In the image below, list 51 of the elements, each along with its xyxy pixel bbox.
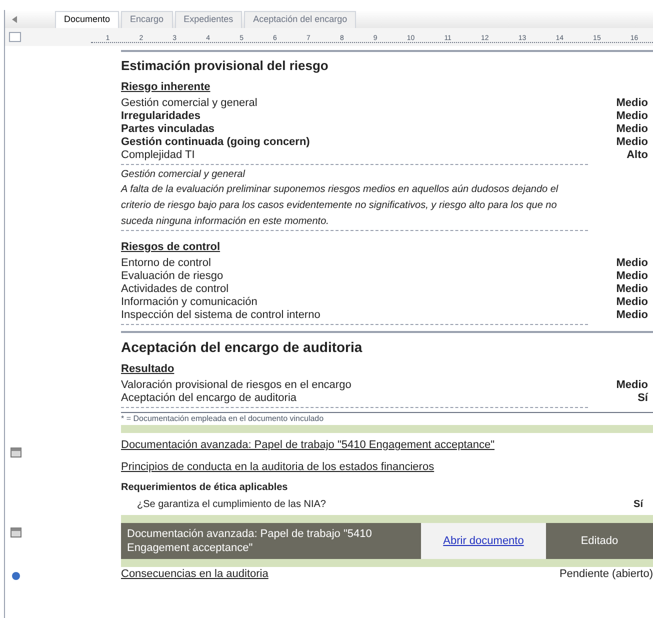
document-icon[interactable]	[10, 526, 22, 538]
tab[interactable]: Aceptación del encargo	[244, 11, 356, 28]
risk-label: Entorno de control	[121, 256, 211, 270]
risk-label: Evaluación de riesgo	[121, 270, 224, 282]
subsection-heading: Riesgos de control	[121, 240, 222, 255]
ruler-toggle-icon[interactable]	[9, 32, 21, 42]
risk-value: Medio	[616, 123, 648, 136]
risk-value: Sí	[638, 392, 648, 405]
risk-value: Medio	[616, 308, 648, 322]
risk-value: Medio	[616, 379, 648, 392]
risk-label: Inspección del sistema de control interno	[121, 308, 320, 322]
risk-value: Medio	[616, 282, 648, 296]
risk-value: Medio	[616, 296, 648, 308]
risk-label: Aceptación del encargo de auditoria	[121, 392, 297, 405]
tab[interactable]: Encargo	[121, 11, 173, 28]
risk-value: Alto	[626, 149, 648, 162]
document-icon[interactable]	[10, 446, 22, 458]
note-title: Gestión comercial y general	[121, 168, 246, 182]
status-label: Editado	[546, 523, 653, 559]
consequences-value: Pendiente (abierto)	[559, 568, 653, 581]
risk-value: Medio	[616, 97, 648, 110]
ethics-answer: Sí	[634, 498, 643, 512]
consequences-label: Consecuencias en la auditoria	[121, 568, 268, 581]
risk-label: Valoración provisional de riesgos en el encargo	[121, 379, 352, 392]
risk-value: Medio	[616, 136, 648, 149]
open-document-link[interactable]: Abrir documento	[421, 523, 546, 559]
tab[interactable]: Expedientes	[174, 11, 242, 28]
risk-value: Medio	[616, 256, 648, 270]
footnote: * = Documentación empleada en el documento vinculado	[121, 413, 325, 425]
risk-label: Partes vinculadas	[121, 123, 215, 136]
risk-value: Medio	[616, 110, 648, 123]
tab[interactable]: Documento	[55, 11, 120, 28]
ethics-question: ¿Se garantiza el cumplimiento de las NIA?	[137, 498, 326, 512]
risk-value: Medio	[616, 270, 648, 282]
subsection-heading: Riesgo inherente	[121, 80, 212, 94]
ethics-heading: Requerimientos de ética aplicables	[121, 481, 289, 495]
risk-label: Actividades de control	[121, 282, 229, 296]
risk-label: Complejidad TI	[121, 149, 195, 162]
documentation-banner: Documentación avanzada: Papel de trabajo "5410 Engagement acceptance"	[121, 523, 421, 559]
section-title: Aceptación del encargo de auditoria	[121, 338, 364, 357]
risk-label: Información y comunicación	[121, 296, 258, 308]
note-paragraph: A falta de la evaluación preliminar suponemos riesgos medios en aquellos aún dudosos dejando el criterio de riesgo bajo para los casos evidentemente no significativos, y riesgo alto para los que no suceda ninguna información en este momento.	[121, 182, 588, 231]
risk-label: Gestión comercial y general	[121, 97, 258, 110]
documentation-link[interactable]: Documentación avanzada: Papel de trabajo "5410 Engagement acceptance"	[121, 437, 653, 454]
scroll-left-icon[interactable]	[12, 16, 17, 23]
risk-label: Gestión continuada (going concern)	[121, 136, 310, 149]
section-title: Estimación provisional del riesgo	[121, 57, 330, 75]
subsection-heading: Resultado	[121, 362, 176, 376]
risk-label: Irregularidades	[121, 110, 200, 123]
principles-link[interactable]: Principios de conducta en la auditoria de los estados financieros	[121, 458, 653, 475]
info-icon[interactable]	[12, 572, 20, 580]
